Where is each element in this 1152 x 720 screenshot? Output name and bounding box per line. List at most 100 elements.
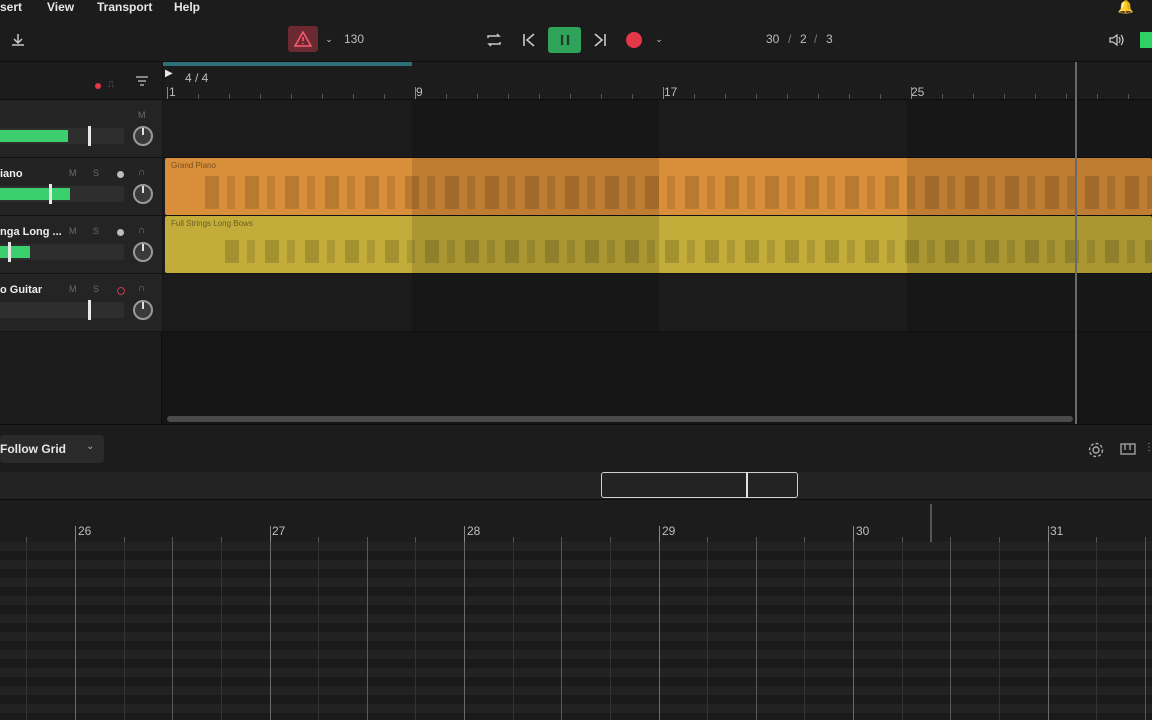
headphones-icon[interactable]: ∩ (138, 225, 145, 236)
track-header[interactable]: o Guitar M S ∩ (0, 274, 162, 332)
solo-button[interactable]: S (93, 168, 99, 178)
position-beat[interactable]: 2 (800, 32, 807, 46)
time-signature[interactable]: 4 / 4 (185, 71, 208, 85)
editor-options-icon[interactable]: ⋮ (1144, 442, 1152, 453)
skip-back-icon[interactable] (518, 30, 540, 50)
grid-line (1096, 542, 1097, 720)
fader-handle[interactable] (88, 300, 91, 320)
volume-fader[interactable] (0, 184, 124, 204)
volume-fader[interactable] (0, 300, 124, 320)
record-arm-icon[interactable] (117, 287, 125, 295)
editor-ruler[interactable]: 26 27 28 29 30 31 (0, 500, 1152, 542)
position-bar[interactable]: 30 (766, 32, 779, 46)
pan-knob[interactable] (133, 300, 153, 320)
record-button[interactable] (624, 30, 644, 50)
editor-bar-number: 30 (856, 524, 870, 538)
solo-button[interactable]: S (93, 226, 99, 236)
ruler-tick (539, 94, 540, 99)
track-lane[interactable] (163, 100, 1152, 158)
toolbar: ⌄ 130 ⌄ 30 / 2 / 3 (0, 18, 1152, 62)
solo-button[interactable]: S (93, 284, 99, 294)
ruler-tick (1004, 94, 1005, 99)
navigator-viewport[interactable] (601, 472, 798, 498)
volume-fader[interactable] (0, 126, 124, 146)
playhead-marker-icon[interactable]: ▶ (165, 68, 173, 79)
ruler-tick (756, 94, 757, 99)
playhead[interactable] (1075, 62, 1077, 424)
grid-line (75, 542, 76, 720)
chevron-down-icon[interactable]: ⌄ (322, 30, 336, 48)
mute-button[interactable]: M (69, 284, 77, 294)
track-header-toolbar: ⎍ (0, 62, 162, 100)
loop-region[interactable] (163, 62, 412, 66)
track-name[interactable]: nga Long ... (0, 226, 62, 238)
record-options-chevron-icon[interactable]: ⌄ (652, 30, 666, 48)
mute-button[interactable]: M (69, 226, 77, 236)
piano-keys-icon[interactable] (1118, 440, 1138, 460)
ruler-tick (973, 94, 974, 99)
menu-help[interactable]: Help (174, 0, 200, 14)
headphones-icon[interactable]: ∩ (138, 167, 145, 178)
position-separator: / (788, 32, 792, 46)
skip-forward-icon[interactable] (589, 30, 611, 50)
editor-navigator[interactable] (0, 472, 1152, 500)
fader-handle[interactable] (8, 242, 11, 262)
navigator-playhead (746, 472, 748, 498)
master-meter (1140, 32, 1152, 48)
track-header[interactable]: iano M S ∩ (0, 158, 162, 216)
track-lane[interactable]: Grand Piano (163, 158, 1152, 216)
editor-bar-number: 27 (272, 524, 286, 538)
ruler-tick (880, 94, 881, 99)
track-name[interactable]: o Guitar (0, 284, 42, 296)
grid-line (221, 542, 222, 720)
fader-handle[interactable] (88, 126, 91, 146)
download-icon[interactable] (8, 30, 28, 50)
tempo-value[interactable]: 130 (344, 32, 364, 46)
editor-ruler-tick (853, 526, 854, 542)
monitor-all-icon[interactable]: ⎍ (108, 79, 114, 90)
midi-region[interactable]: Full Strings Long Bows (165, 216, 1152, 273)
track-lane[interactable] (163, 274, 1152, 332)
ruler-tick (477, 94, 478, 99)
menu-transport[interactable]: Transport (97, 0, 152, 14)
editor-ruler-tick (659, 526, 660, 542)
mute-button[interactable]: M (69, 168, 77, 178)
ruler-tick (694, 94, 695, 99)
pan-knob[interactable] (133, 184, 153, 204)
record-arm-icon[interactable] (117, 229, 124, 236)
pause-button[interactable] (548, 27, 581, 53)
editor-playhead (930, 504, 932, 542)
record-arm-icon[interactable] (117, 171, 124, 178)
pan-knob[interactable] (133, 242, 153, 262)
track-header[interactable]: M (0, 100, 162, 158)
arrangement-view[interactable]: ▶ 4 / 4 1 9 17 25 Grand Piano Full Strin… (163, 62, 1152, 424)
volume-fader[interactable] (0, 242, 124, 262)
grid-line (513, 542, 514, 720)
midi-region[interactable]: Grand Piano (165, 158, 1152, 215)
bell-icon[interactable]: 🔔 (1116, 0, 1136, 14)
gear-icon[interactable] (1086, 440, 1106, 460)
horizontal-scrollbar[interactable] (167, 416, 1073, 422)
record-enable-all-icon[interactable] (95, 83, 101, 89)
filter-icon[interactable] (135, 74, 151, 88)
track-name[interactable]: iano (0, 168, 23, 180)
track-lane[interactable]: Full Strings Long Bows (163, 216, 1152, 274)
grid-line (415, 542, 416, 720)
fader-handle[interactable] (49, 184, 52, 204)
grid-line (853, 542, 854, 720)
piano-roll-grid[interactable] (0, 542, 1152, 720)
track-header[interactable]: nga Long ... M S ∩ (0, 216, 162, 274)
menu-bar: sert View Transport Help 🔔 (0, 0, 1152, 18)
warning-icon[interactable] (288, 26, 318, 52)
loop-icon[interactable] (483, 30, 505, 50)
grid-mode-select[interactable]: Follow Grid ⌄ (0, 435, 104, 463)
speaker-icon[interactable] (1106, 30, 1126, 50)
menu-view[interactable]: View (47, 0, 74, 14)
pan-knob[interactable] (133, 126, 153, 146)
position-division[interactable]: 3 (826, 32, 833, 46)
grid-line (367, 542, 368, 720)
mute-button[interactable]: M (138, 110, 146, 120)
menu-insert[interactable]: sert (0, 0, 22, 14)
headphones-icon[interactable]: ∩ (138, 283, 145, 294)
timeline-ruler[interactable]: ▶ 4 / 4 1 9 17 25 (163, 62, 1152, 100)
